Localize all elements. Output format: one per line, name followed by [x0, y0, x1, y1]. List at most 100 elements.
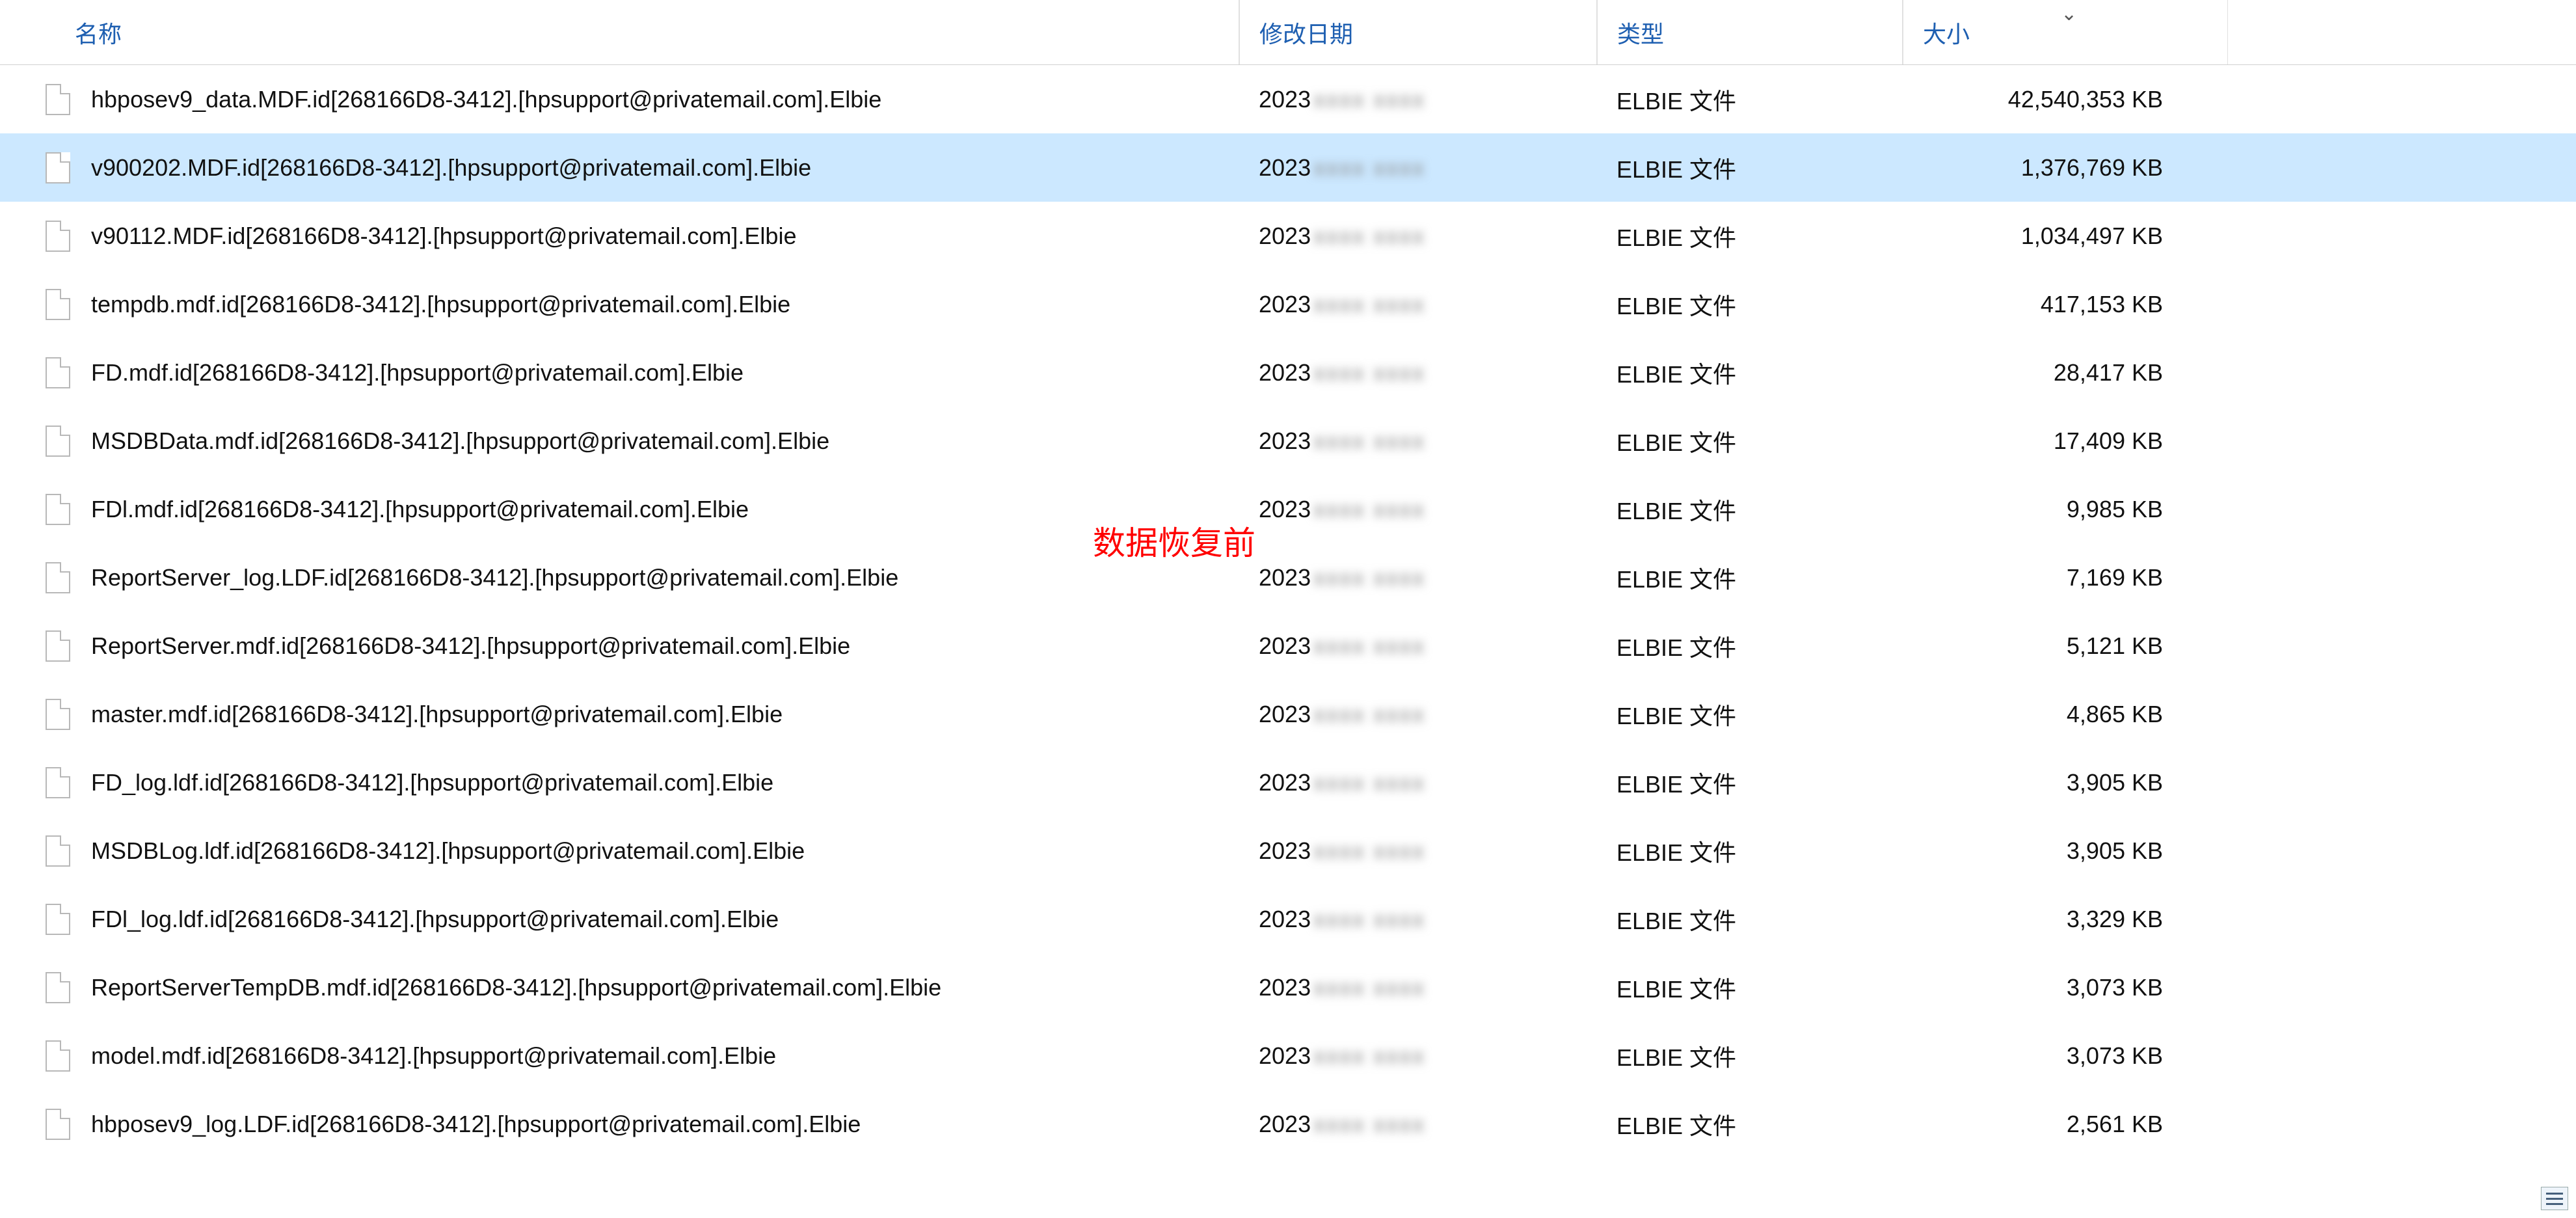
file-name: MSDBData.mdf.id[268166D8-3412].[hpsuppor… [91, 427, 829, 455]
file-type: ELBIE 文件 [1617, 634, 1736, 661]
file-icon [46, 699, 70, 730]
file-type: ELBIE 文件 [1617, 566, 1736, 593]
file-row[interactable]: FD_log.ldf.id[268166D8-3412].[hpsupport@… [0, 748, 2576, 817]
file-type: ELBIE 文件 [1617, 1113, 1736, 1139]
file-date-year: 2023 [1259, 291, 1311, 318]
file-size: 3,329 KB [2067, 906, 2163, 933]
file-date-year: 2023 [1259, 359, 1311, 386]
file-date-year: 2023 [1259, 154, 1311, 182]
file-row[interactable]: FD.mdf.id[268166D8-3412].[hpsupport@priv… [0, 338, 2576, 407]
file-list-view: 名称 修改日期 类型 大小 ⌄ hbposev9_data.MDF.id[268… [0, 0, 2576, 1218]
file-date-year: 2023 [1259, 837, 1311, 865]
file-type: ELBIE 文件 [1617, 88, 1736, 115]
file-row[interactable]: hbposev9_log.LDF.id[268166D8-3412].[hpsu… [0, 1090, 2576, 1158]
column-header-row: 名称 修改日期 类型 大小 ⌄ [0, 0, 2576, 65]
file-name: ReportServerTempDB.mdf.id[268166D8-3412]… [91, 974, 941, 1001]
file-date-year: 2023 [1259, 496, 1311, 523]
file-name: FDl.mdf.id[268166D8-3412].[hpsupport@pri… [91, 496, 749, 523]
file-type: ELBIE 文件 [1617, 156, 1736, 183]
file-name: hbposev9_data.MDF.id[268166D8-3412].[hps… [91, 86, 881, 113]
file-icon [46, 972, 70, 1003]
column-header-type[interactable]: 类型 [1597, 0, 1903, 64]
file-size: 1,376,769 KB [2021, 154, 2163, 182]
file-size: 42,540,353 KB [2008, 86, 2163, 113]
file-name: v900202.MDF.id[268166D8-3412].[hpsupport… [91, 154, 811, 182]
file-name: ReportServer_log.LDF.id[268166D8-3412].[… [91, 564, 898, 591]
file-type: ELBIE 文件 [1617, 703, 1736, 729]
file-row[interactable]: v900202.MDF.id[268166D8-3412].[hpsupport… [0, 133, 2576, 202]
file-size: 417,153 KB [2041, 291, 2163, 318]
file-name: FD.mdf.id[268166D8-3412].[hpsupport@priv… [91, 359, 744, 386]
file-size: 7,169 KB [2067, 564, 2163, 591]
file-row[interactable]: ReportServer.mdf.id[268166D8-3412].[hpsu… [0, 612, 2576, 680]
file-icon [46, 562, 70, 593]
file-size: 2,561 KB [2067, 1111, 2163, 1138]
file-row[interactable]: master.mdf.id[268166D8-3412].[hpsupport@… [0, 680, 2576, 748]
file-date-redacted: xxxx xxxx [1313, 769, 1425, 796]
overflow-menu-icon[interactable] [2541, 1187, 2568, 1210]
file-type: ELBIE 文件 [1617, 224, 1736, 251]
file-icon [46, 904, 70, 935]
file-date-redacted: xxxx xxxx [1313, 359, 1425, 386]
file-type: ELBIE 文件 [1617, 429, 1736, 456]
file-date-redacted: xxxx xxxx [1313, 427, 1425, 455]
file-type: ELBIE 文件 [1617, 771, 1736, 798]
file-type: ELBIE 文件 [1617, 976, 1736, 1003]
file-size: 28,417 KB [2054, 359, 2163, 386]
file-name: model.mdf.id[268166D8-3412].[hpsupport@p… [91, 1042, 776, 1070]
file-icon [46, 1040, 70, 1072]
file-name: hbposev9_log.LDF.id[268166D8-3412].[hpsu… [91, 1111, 861, 1138]
file-row[interactable]: v90112.MDF.id[268166D8-3412].[hpsupport@… [0, 202, 2576, 270]
column-header-size[interactable]: 大小 ⌄ [1903, 0, 2228, 64]
file-icon [46, 835, 70, 867]
column-header-date[interactable]: 修改日期 [1239, 0, 1597, 64]
sort-descending-icon: ⌄ [2061, 3, 2077, 25]
file-type: ELBIE 文件 [1617, 908, 1736, 934]
file-row[interactable]: ReportServerTempDB.mdf.id[268166D8-3412]… [0, 953, 2576, 1022]
file-type: ELBIE 文件 [1617, 498, 1736, 524]
file-row[interactable]: hbposev9_data.MDF.id[268166D8-3412].[hps… [0, 65, 2576, 133]
file-size: 9,985 KB [2067, 496, 2163, 523]
file-type: ELBIE 文件 [1617, 839, 1736, 866]
column-header-date-label: 修改日期 [1259, 16, 1353, 49]
file-row[interactable]: MSDBLog.ldf.id[268166D8-3412].[hpsupport… [0, 817, 2576, 885]
column-header-type-label: 类型 [1617, 16, 1664, 49]
file-size: 3,073 KB [2067, 1042, 2163, 1070]
file-name: tempdb.mdf.id[268166D8-3412].[hpsupport@… [91, 291, 790, 318]
file-name: master.mdf.id[268166D8-3412].[hpsupport@… [91, 701, 783, 728]
file-date-redacted: xxxx xxxx [1313, 564, 1425, 591]
file-name: FD_log.ldf.id[268166D8-3412].[hpsupport@… [91, 769, 773, 796]
file-date-year: 2023 [1259, 974, 1311, 1001]
file-size: 17,409 KB [2054, 427, 2163, 455]
file-size: 3,073 KB [2067, 974, 2163, 1001]
file-date-year: 2023 [1259, 564, 1311, 591]
file-date-year: 2023 [1259, 86, 1311, 113]
column-header-name[interactable]: 名称 [0, 0, 1239, 64]
file-icon [46, 1109, 70, 1140]
file-size: 4,865 KB [2067, 701, 2163, 728]
file-date-year: 2023 [1259, 906, 1311, 933]
file-date-year: 2023 [1259, 701, 1311, 728]
file-date-redacted: xxxx xxxx [1313, 154, 1425, 182]
file-row[interactable]: FDl.mdf.id[268166D8-3412].[hpsupport@pri… [0, 475, 2576, 543]
file-row[interactable]: FDl_log.ldf.id[268166D8-3412].[hpsupport… [0, 885, 2576, 953]
file-row[interactable]: ReportServer_log.LDF.id[268166D8-3412].[… [0, 543, 2576, 612]
file-type: ELBIE 文件 [1617, 293, 1736, 319]
file-type: ELBIE 文件 [1617, 361, 1736, 388]
file-date-redacted: xxxx xxxx [1313, 86, 1425, 113]
file-date-redacted: xxxx xxxx [1313, 496, 1425, 523]
file-date-redacted: xxxx xxxx [1313, 974, 1425, 1001]
file-date-redacted: xxxx xxxx [1313, 291, 1425, 318]
file-date-redacted: xxxx xxxx [1313, 1042, 1425, 1070]
file-row[interactable]: tempdb.mdf.id[268166D8-3412].[hpsupport@… [0, 270, 2576, 338]
file-icon [46, 289, 70, 320]
file-date-year: 2023 [1259, 1042, 1311, 1070]
overlay-annotation: 数据恢复前 [1093, 517, 1255, 564]
file-size: 5,121 KB [2067, 632, 2163, 660]
file-row[interactable]: MSDBData.mdf.id[268166D8-3412].[hpsuppor… [0, 407, 2576, 475]
file-icon [46, 152, 70, 183]
file-icon [46, 630, 70, 662]
file-row[interactable]: model.mdf.id[268166D8-3412].[hpsupport@p… [0, 1022, 2576, 1090]
file-size: 1,034,497 KB [2021, 223, 2163, 250]
file-icon [46, 426, 70, 457]
